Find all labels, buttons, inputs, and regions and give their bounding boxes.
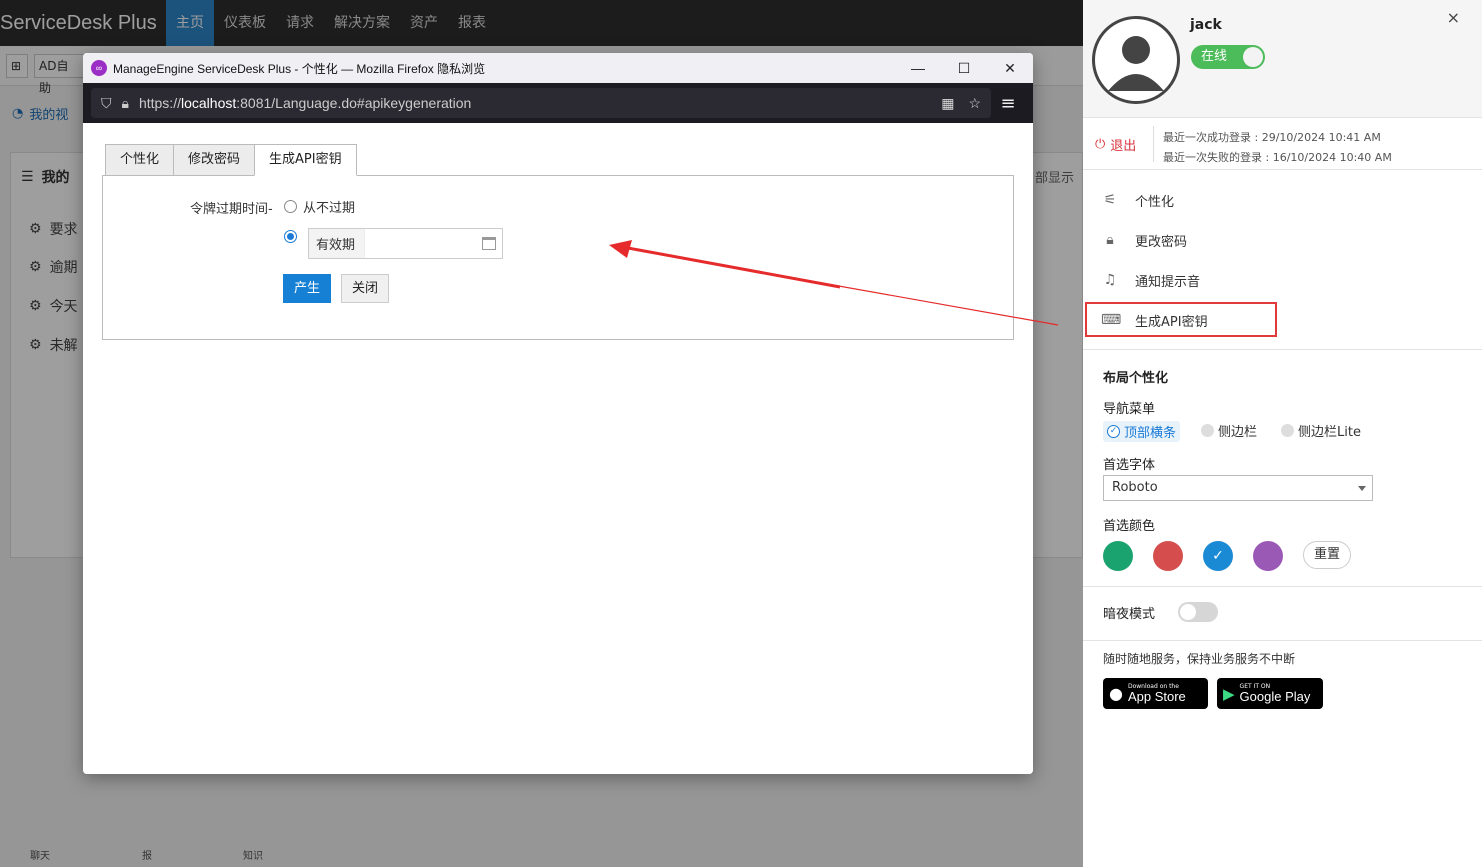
validity-label: 有效期 (316, 238, 356, 253)
music-note-icon: ♫ (1103, 272, 1117, 288)
window-title: ManageEngine ServiceDesk Plus - 个性化 — Mo… (113, 61, 486, 76)
firefox-window: ∞ ManageEngine ServiceDesk Plus - 个性化 — … (83, 53, 1033, 774)
toggle-knob (1243, 47, 1263, 67)
check-icon: ✓ (1107, 425, 1120, 438)
last-success-login: 最近一次成功登录 : 29/10/2024 10:41 AM (1163, 131, 1381, 144)
close-panel-icon[interactable]: × (1447, 8, 1460, 27)
nav-option-sidebar-lite[interactable]: 侧边栏Lite (1281, 421, 1361, 440)
color-swatch-blue[interactable]: ✓ (1203, 541, 1233, 571)
lock-icon: 🔒︎ (1106, 232, 1114, 248)
highlight-annotation-box (1085, 302, 1277, 337)
sliders-icon: ⚟ (1103, 192, 1117, 208)
username: jack (1190, 17, 1222, 33)
close-window-button[interactable]: ✕ (987, 60, 1033, 77)
radio-dot-icon (1281, 424, 1294, 437)
user-panel: jack 在线 × ⏻ 退出 最近一次成功登录 : 29/10/2024 10:… (1083, 0, 1482, 867)
font-title: 首选字体 (1103, 458, 1156, 473)
lock-icon[interactable]: 🔒︎ (122, 95, 129, 112)
tab-generate-api-key[interactable]: 生成API密钥 (254, 144, 357, 176)
tab-personalize[interactable]: 个性化 (105, 144, 175, 176)
divider (1083, 640, 1482, 641)
dark-mode-label: 暗夜模式 (1103, 607, 1156, 622)
toggle-knob (1180, 604, 1196, 620)
color-title: 首选颜色 (1103, 519, 1156, 534)
logout-button[interactable]: ⏻ 退出 (1095, 135, 1136, 154)
color-swatch-green[interactable] (1103, 541, 1133, 571)
nav-option-top-bar[interactable]: ✓ 顶部横条 (1103, 421, 1181, 442)
generate-button[interactable]: 产生 (283, 274, 331, 303)
firefox-private-icon: ∞ (91, 60, 107, 76)
user-header: jack 在线 × (1083, 0, 1482, 118)
never-expire-radio[interactable] (284, 200, 297, 213)
font-select[interactable]: Roboto (1103, 475, 1373, 501)
dark-mode-toggle[interactable] (1178, 602, 1218, 622)
bookmark-star-icon[interactable]: ☆ (968, 95, 981, 112)
calendar-icon[interactable] (482, 237, 496, 250)
close-button[interactable]: 关闭 (341, 274, 389, 303)
color-swatch-red[interactable] (1153, 541, 1183, 571)
hamburger-menu-icon[interactable]: ≡ (991, 93, 1025, 114)
settings-tabs: 个性化 修改密码 生成API密钥 (105, 144, 357, 176)
address-bar[interactable]: ⛉ 🔒︎ https://localhost:8081/Language.do#… (91, 88, 991, 118)
validity-radio[interactable] (284, 230, 297, 243)
minimize-button[interactable]: — (895, 60, 941, 77)
google-play-icon: ▶ (1223, 684, 1235, 703)
app-store-button[interactable]: ● Download on the App Store (1103, 678, 1208, 709)
online-status-toggle[interactable]: 在线 (1191, 45, 1265, 69)
never-expire-label: 从不过期 (303, 201, 356, 216)
shield-icon[interactable]: ⛉ (101, 95, 112, 112)
power-icon: ⏻ (1095, 137, 1106, 152)
session-info: ⏻ 退出 最近一次成功登录 : 29/10/2024 10:41 AM 最近一次… (1083, 118, 1482, 170)
layout-title: 布局个性化 (1103, 371, 1169, 386)
menu-personalize[interactable]: ⚟ 个性化 (1101, 189, 1174, 211)
check-icon: ✓ (1212, 548, 1224, 564)
radio-dot-icon (1201, 424, 1214, 437)
page-content: 个性化 修改密码 生成API密钥 令牌过期时间- 从不过期 有效期 产生 关闭 (83, 123, 1033, 774)
nav-option-sidebar[interactable]: 侧边栏 (1201, 421, 1257, 440)
avatar (1092, 16, 1180, 104)
reset-color-button[interactable]: 重置 (1303, 541, 1351, 569)
validity-field[interactable]: 有效期 (308, 228, 503, 259)
url-text: https://localhost:8081/Language.do#apike… (138, 95, 472, 111)
tab-change-password[interactable]: 修改密码 (173, 144, 256, 176)
menu-change-password[interactable]: 🔒︎ 更改密码 (1101, 229, 1187, 251)
chevron-down-icon (1358, 486, 1366, 491)
apple-icon: ● (1109, 684, 1123, 703)
color-swatch-purple[interactable] (1253, 541, 1283, 571)
menu-notification-sound[interactable]: ♫ 通知提示音 (1101, 269, 1200, 291)
mobile-tagline: 随时随地服务，保持业务服务不中断 (1103, 652, 1296, 666)
qr-code-icon[interactable]: ▦ (941, 95, 954, 112)
divider (1083, 586, 1482, 587)
maximize-button[interactable]: ☐ (941, 60, 987, 77)
window-titlebar: ∞ ManageEngine ServiceDesk Plus - 个性化 — … (83, 53, 1033, 83)
last-failed-login: 最近一次失败的登录 : 16/10/2024 10:40 AM (1163, 151, 1392, 164)
nav-menu-title: 导航菜单 (1103, 402, 1156, 417)
url-toolbar: ⛉ 🔒︎ https://localhost:8081/Language.do#… (83, 83, 1033, 123)
google-play-button[interactable]: ▶ GET IT ON Google Play (1217, 678, 1323, 709)
validity-date-input[interactable] (364, 229, 502, 258)
token-expiry-label: 令牌过期时间- (190, 202, 273, 217)
api-key-panel: 令牌过期时间- 从不过期 有效期 产生 关闭 (102, 175, 1014, 340)
divider (1083, 349, 1482, 350)
divider (1153, 126, 1154, 162)
